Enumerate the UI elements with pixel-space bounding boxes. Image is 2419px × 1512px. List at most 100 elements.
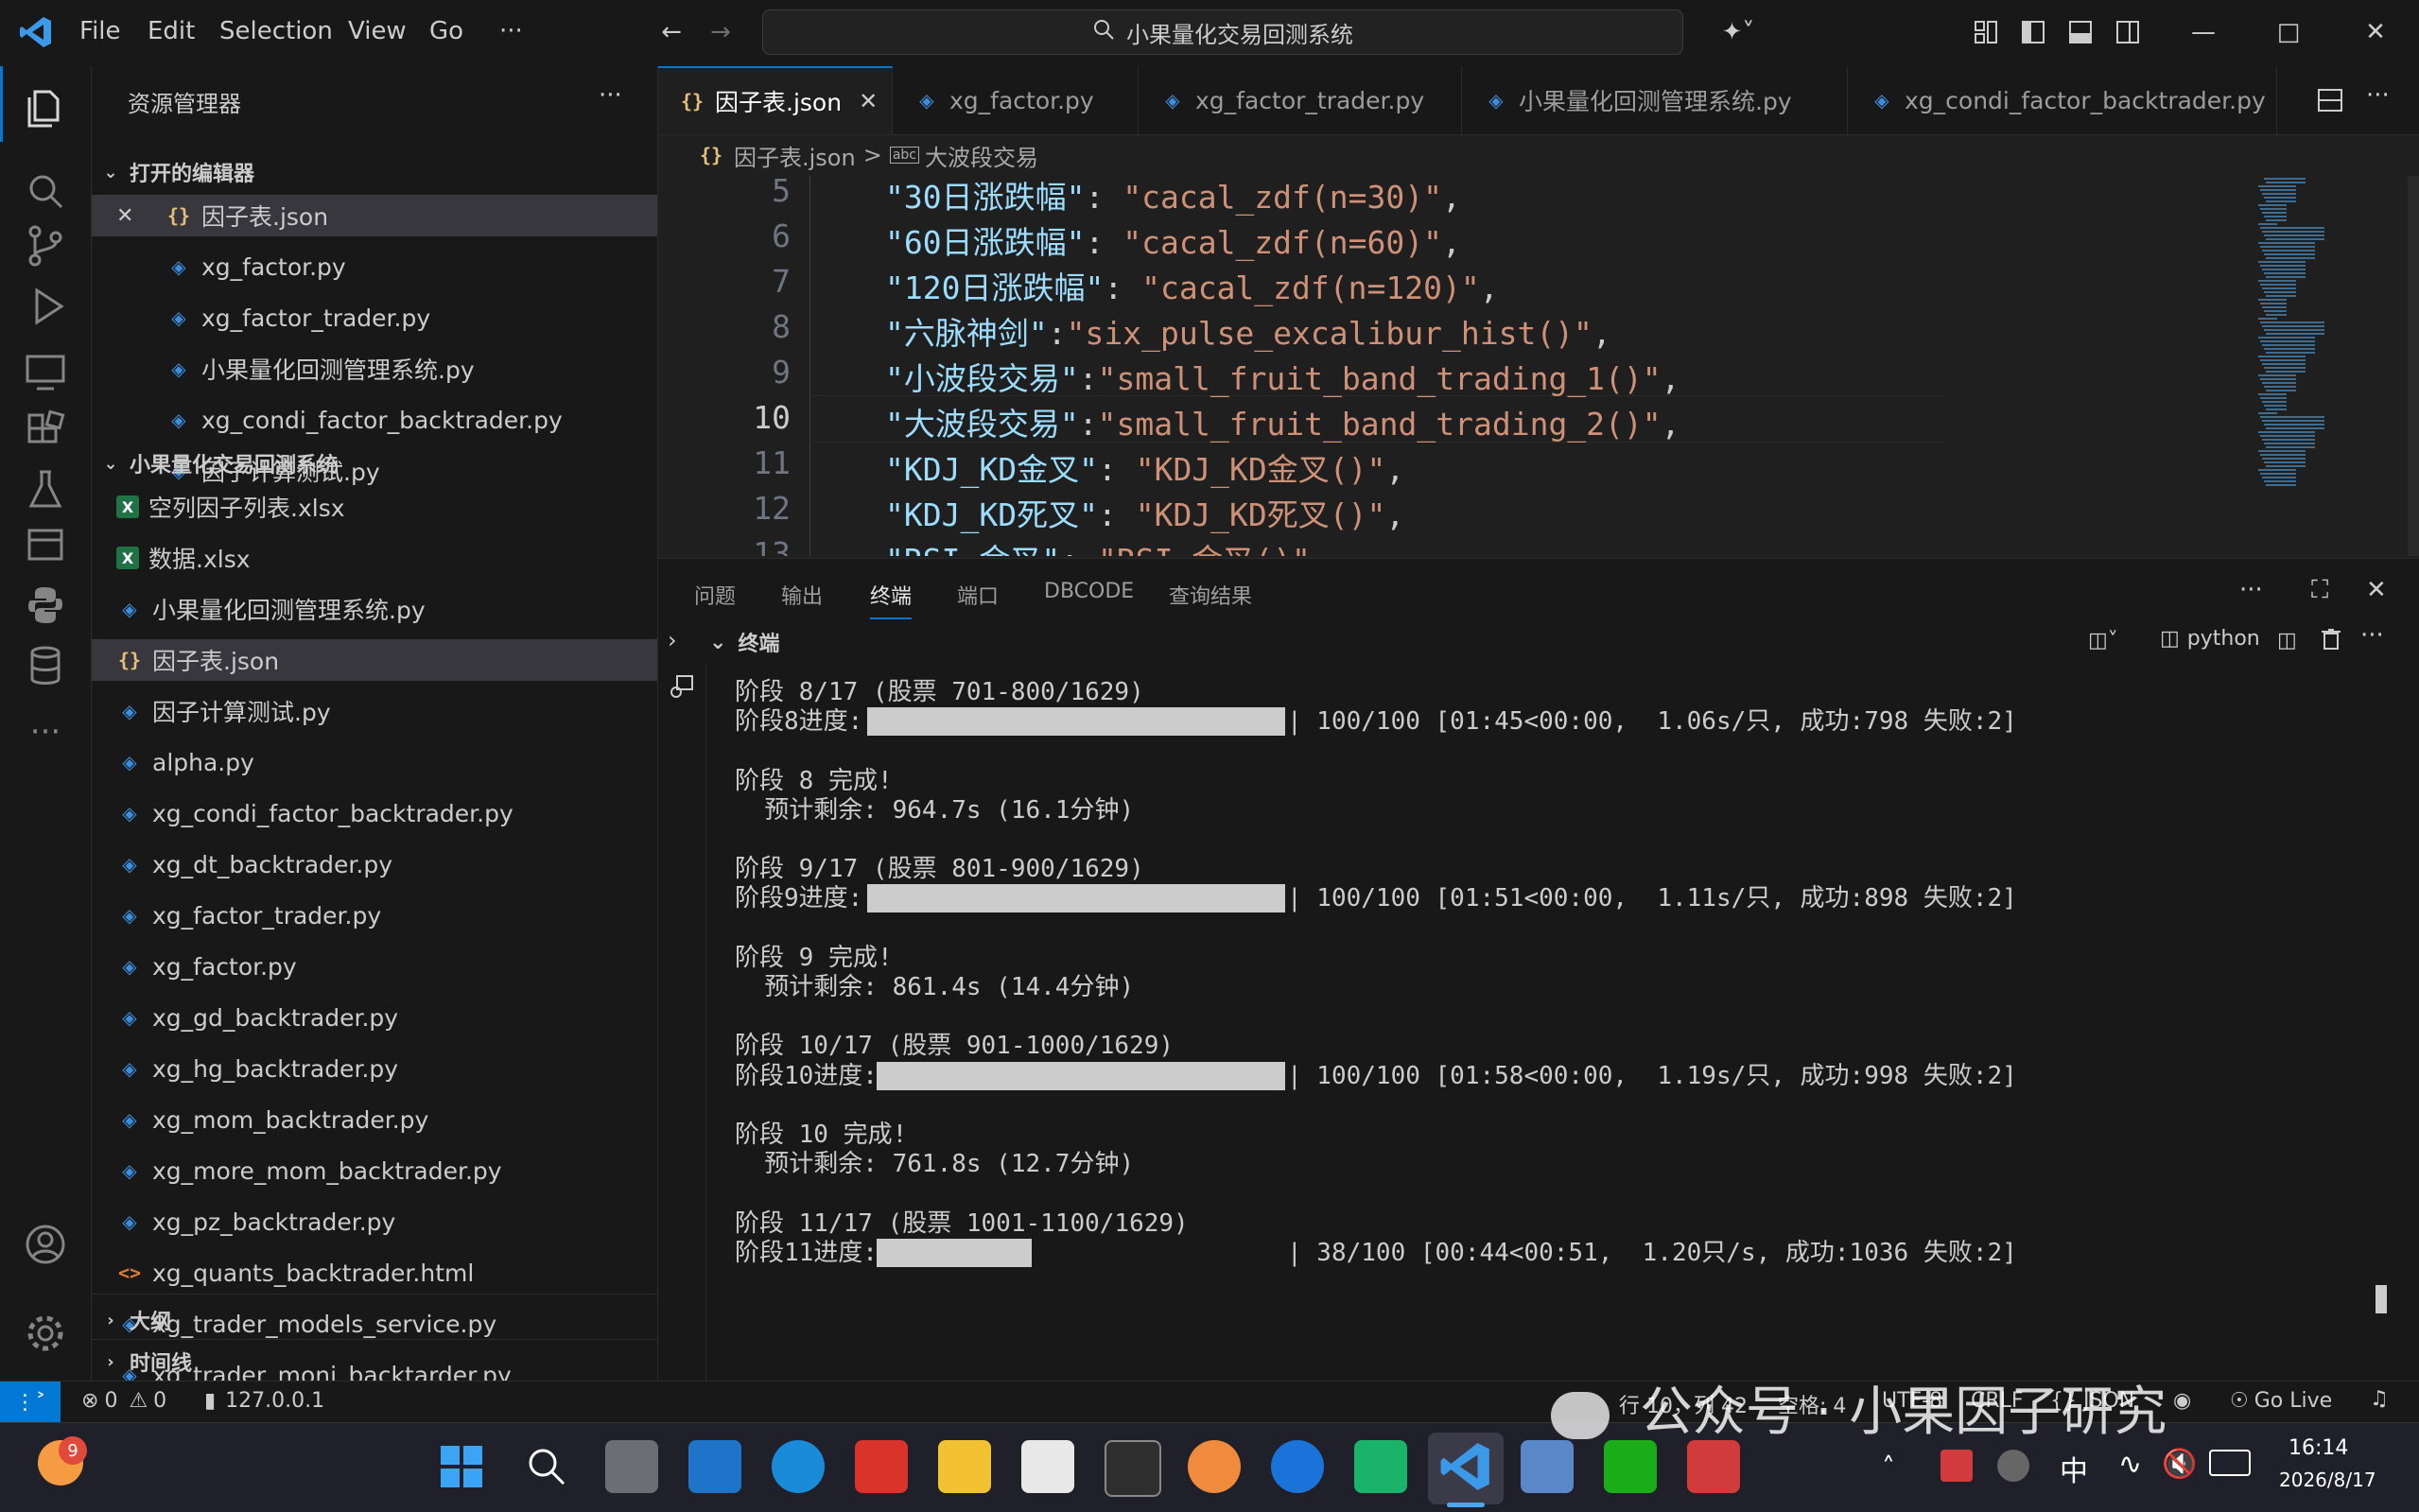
problems-status[interactable]: ⊗ 0 ⚠ 0 [81, 1389, 166, 1413]
file-tree-item[interactable]: ◈ 小果量化回测管理系统.py [92, 588, 657, 630]
toggle-secondary-sidebar-icon[interactable] [2111, 15, 2145, 49]
panel-tab-output[interactable]: 输出 [781, 580, 823, 610]
copilot-status-icon[interactable]: ◉ [2173, 1389, 2191, 1413]
file-tree-item[interactable]: ◈ xg_mom_backtrader.py [92, 1099, 657, 1140]
maximize-panel-icon[interactable]: ⛶ [2311, 576, 2328, 605]
remote-explorer-icon[interactable] [23, 350, 68, 395]
go-live-button[interactable]: ☉ Go Live [2230, 1389, 2332, 1413]
tab-xg-condi-factor[interactable]: ◈ xg_condi_factor_backtrader.py [1848, 66, 2277, 134]
file-tree-item[interactable]: ◈ xg_factor.py [92, 946, 657, 987]
start-menu-icon[interactable] [435, 1440, 488, 1493]
explorer-icon[interactable] [23, 85, 68, 130]
tab-xg-factor-trader[interactable]: ◈ xg_factor_trader.py [1139, 66, 1462, 134]
shopping-app-icon[interactable] [1354, 1440, 1407, 1493]
copilot-icon[interactable]: ✦˅ [1710, 15, 1766, 49]
customize-layout-icon[interactable] [1969, 15, 2003, 49]
open-editor-item[interactable]: ◈ xg_factor.py [92, 246, 657, 287]
split-editor-icon[interactable] [2315, 85, 2345, 115]
editor-scrollbar[interactable] [2408, 176, 2419, 556]
file-tree-item[interactable]: ◈ xg_hg_backtrader.py [92, 1048, 657, 1089]
maximize-icon[interactable]: □ [2271, 15, 2306, 49]
notifications-bell-icon[interactable]: ♫ [2370, 1387, 2389, 1411]
tab-xg-factor[interactable]: ◈ xg_factor.py [893, 66, 1139, 134]
run-debug-icon[interactable] [23, 284, 68, 329]
close-panel-icon[interactable]: ✕ [2366, 576, 2387, 604]
breadcrumb-symbol[interactable]: 大波段交易 [925, 139, 1038, 172]
database-icon[interactable] [23, 643, 68, 688]
terminal-output[interactable]: 阶段 8/17 (股票 701-800/1629) 阶段8进度: 100%| | 1… [705, 665, 2418, 1382]
toggle-sidebar-icon[interactable] [2016, 15, 2050, 49]
tab-factor-json[interactable]: {} 因子表.json ✕ [658, 66, 893, 134]
file-tree-item[interactable]: <> xg_quants_backtrader.html [92, 1252, 657, 1294]
wps-office-icon[interactable] [855, 1440, 908, 1493]
file-tree-item[interactable]: ◈ xg_condi_factor_backtrader.py [92, 792, 657, 834]
file-explorer-icon[interactable] [938, 1440, 991, 1493]
wechat-icon[interactable] [1604, 1440, 1657, 1493]
split-terminal-icon[interactable]: ◫ [2277, 629, 2297, 652]
chevron-right-icon[interactable]: › [668, 627, 677, 653]
open-editor-item[interactable]: ◈ xg_condi_factor_backtrader.py [92, 399, 657, 441]
menu-view[interactable]: View [348, 17, 407, 45]
terminal-run-icon[interactable] [668, 672, 696, 701]
menu-selection[interactable]: Selection [219, 17, 333, 45]
file-tree-item[interactable]: ◈ alpha.py [92, 741, 657, 783]
file-tree-item[interactable]: ◈ xg_pz_backtrader.py [92, 1201, 657, 1243]
open-editor-item[interactable]: ◈ xg_factor_trader.py [92, 297, 657, 339]
explorer-more-icon[interactable]: ··· [599, 81, 622, 110]
terminal-shell-selector[interactable]: ◫ python [2160, 627, 2260, 651]
paint-icon[interactable] [1188, 1440, 1241, 1493]
settings-gear-icon[interactable] [23, 1311, 68, 1356]
ime-indicator[interactable]: 中 [2060, 1448, 2088, 1489]
terminal-layout-icon[interactable]: ◫˅ [2088, 629, 2118, 652]
trading-app-icon[interactable] [1687, 1440, 1740, 1493]
search-icon[interactable] [23, 168, 68, 214]
panel-tab-terminal[interactable]: 终端 [870, 580, 913, 619]
open-editor-item[interactable]: ✕ {} 因子表.json [92, 195, 657, 236]
tab-backtest-manager[interactable]: ◈ 小果量化回测管理系统.py [1462, 66, 1848, 134]
microsoft-store-icon[interactable] [1021, 1440, 1074, 1493]
remote-indicator[interactable]: ⋮˃ [0, 1382, 61, 1423]
file-tree-item[interactable]: ◈ xg_factor_trader.py [92, 895, 657, 936]
python-icon[interactable] [23, 582, 68, 628]
open-editors-header[interactable]: ⌄ 打开的编辑器 [92, 153, 657, 191]
panel-tab-dbcode[interactable]: DBCODE [1044, 580, 1134, 603]
file-tree-item[interactable]: ◈ 因子计算测试.py [92, 690, 657, 732]
file-tree-item[interactable]: ◈ xg_dt_backtrader.py [92, 843, 657, 885]
back-arrow-icon[interactable]: ← [654, 15, 688, 49]
close-tab-icon[interactable]: ✕ [859, 88, 878, 114]
extensions-icon[interactable] [23, 408, 68, 454]
task-view-icon[interactable] [605, 1440, 658, 1493]
taskbar-search-icon[interactable] [520, 1440, 573, 1493]
toggle-panel-icon[interactable] [2063, 15, 2097, 49]
timeline-header[interactable]: › 时间线 [92, 1343, 657, 1381]
outlook-icon[interactable] [688, 1440, 741, 1493]
file-tree-item[interactable]: X 数据.xlsx [92, 537, 657, 579]
panel-tab-problems[interactable]: 问题 [694, 580, 736, 610]
menu-file[interactable]: File [79, 17, 121, 45]
edge-ai-icon[interactable] [1271, 1440, 1324, 1493]
more-views-icon[interactable]: ··· [23, 709, 68, 755]
panel-tab-query-results[interactable]: 查询结果 [1169, 580, 1252, 610]
file-tree-item[interactable]: ◈ xg_more_mom_backtrader.py [92, 1150, 657, 1191]
tray-cloud-icon[interactable] [1997, 1450, 2029, 1482]
vscode-taskbar-icon[interactable] [1439, 1440, 1492, 1493]
forward-arrow-icon[interactable]: → [704, 15, 738, 49]
breadcrumb-file[interactable]: 因子表.json [734, 139, 856, 172]
close-window-icon[interactable]: ✕ [2358, 15, 2393, 49]
host-status[interactable]: ▮ 127.0.0.1 [204, 1389, 324, 1413]
database-explorer-icon[interactable] [23, 524, 68, 569]
editor-more-icon[interactable]: ··· [2366, 81, 2390, 110]
panel-tab-ports[interactable]: 端口 [957, 580, 999, 610]
menu-edit[interactable]: Edit [148, 17, 195, 45]
file-tree-item[interactable]: ◈ xg_gd_backtrader.py [92, 997, 657, 1038]
clock-time[interactable]: 16:14 [2288, 1436, 2348, 1460]
clock-date[interactable]: 2026/8/17 [2279, 1469, 2376, 1491]
account-icon[interactable] [23, 1222, 68, 1267]
cube-app-icon[interactable] [1105, 1440, 1161, 1497]
panel-more-icon[interactable]: ··· [2239, 576, 2263, 604]
project-folder-header[interactable]: ⌄ 小果量化交易回测系统 [92, 444, 657, 482]
code-editor[interactable]: 5 "30日涨跌幅": "cacal_zdf(n=30)", 6 "60日涨跌幅": … [658, 176, 2419, 556]
outline-header[interactable]: › 大纲 [92, 1301, 657, 1339]
file-tree-item[interactable]: {} 因子表.json [92, 639, 657, 681]
remote-desktop-icon[interactable] [1521, 1440, 1574, 1493]
